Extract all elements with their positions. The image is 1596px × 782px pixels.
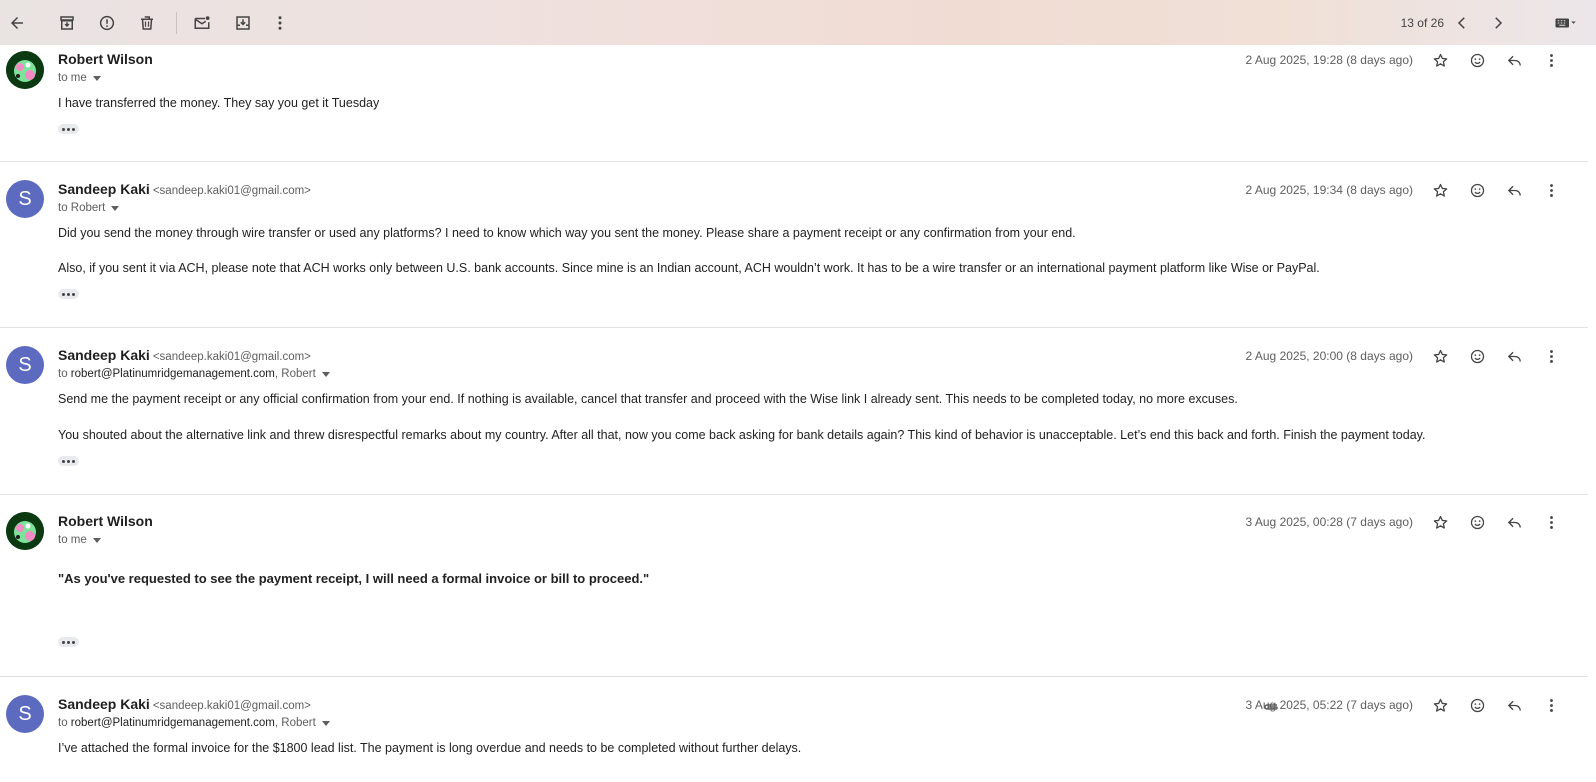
show-trimmed-content-button[interactable] [58,637,79,647]
show-details-caret-icon[interactable] [92,537,101,543]
emoji-reaction-icon[interactable] [1465,178,1489,202]
more-vert-icon[interactable] [1539,48,1563,72]
delete-icon[interactable] [132,8,162,38]
message-body: Also, if you sent it via ACH, please not… [58,261,1320,275]
recipients: to me [58,534,101,546]
move-to-icon[interactable] [228,8,258,38]
sender-name-text: Sandeep Kaki [58,181,150,197]
avatar-initial: S [18,187,32,210]
emoji-reaction-icon[interactable] [1465,693,1489,717]
show-trimmed-content-button[interactable] [58,456,79,466]
older-chevron-icon[interactable] [1483,8,1513,38]
recipient-name: robert@Platinumridgemanagement.com [70,717,275,729]
more-vert-icon[interactable] [1539,510,1563,534]
message-date: 2 Aug 2025, 19:28 (8 days ago) [1245,53,1413,67]
sender-email: <sandeep.kaki01@gmail.com> [152,351,311,363]
avatar[interactable] [6,51,44,89]
back-arrow-icon[interactable] [2,8,32,38]
keyboard-icon[interactable] [1548,8,1584,38]
recipient-name: Robert [70,202,106,214]
recipient-extra: , Robert [274,717,316,729]
message-body: "As you've requested to see the payment … [58,571,650,586]
to-prefix: to [58,534,68,546]
toolbar: 13 of 26 [0,0,1596,45]
emoji-reaction-icon[interactable] [1465,344,1489,368]
star-icon[interactable] [1428,693,1452,717]
sender-name: Sandeep Kaki <sandeep.kaki01@gmail.com> [58,696,311,712]
archive-icon[interactable] [52,8,82,38]
sender-name: Sandeep Kaki <sandeep.kaki01@gmail.com> [58,347,311,363]
pagination-count: 13 of 26 [1400,16,1444,30]
message-date: 3 Aug 2025, 00:28 (7 days ago) [1245,515,1413,529]
message-body: Did you send the money through wire tran… [58,226,1076,240]
report-spam-icon[interactable] [92,8,122,38]
recipients: to robert@Platinumridgemanagement.com, R… [58,368,330,380]
sender-email: <sandeep.kaki01@gmail.com> [152,700,311,712]
star-icon[interactable] [1428,344,1452,368]
show-details-caret-icon[interactable] [321,720,330,726]
recipient-name: robert@Platinumridgemanagement.com [70,368,275,380]
star-icon[interactable] [1428,510,1452,534]
message-body: You shouted about the alternative link a… [58,428,1426,442]
message-item[interactable]: Robert Wilson to me 2 Aug 2025, 19:28 (8… [0,45,1596,162]
recipients: to me [58,72,101,84]
newer-chevron-icon[interactable] [1447,8,1477,38]
show-details-caret-icon[interactable] [92,75,101,81]
reply-icon[interactable] [1502,510,1526,534]
reply-icon[interactable] [1502,48,1526,72]
more-vert-icon[interactable] [1539,693,1563,717]
avatar[interactable]: S [6,346,44,384]
toolbar-divider [176,12,177,34]
message-date: 3 Aug 2025, 05:22 (7 days ago) [1245,698,1413,712]
avatar[interactable]: S [6,180,44,218]
sender-name-text: Sandeep Kaki [58,696,150,712]
recipients: to Robert [58,202,120,214]
to-prefix: to [58,717,68,729]
show-details-caret-icon[interactable] [111,205,120,211]
avatar-initial: S [18,353,32,376]
to-prefix: to [58,202,68,214]
mark-unread-icon[interactable] [187,8,217,38]
recipient-extra: , Robert [274,368,316,380]
sender-name: Robert Wilson [58,51,153,67]
message-body: I’ve attached the formal invoice for the… [58,741,802,755]
reply-icon[interactable] [1502,178,1526,202]
show-trimmed-content-button[interactable] [58,289,79,299]
to-prefix: to [58,72,68,84]
more-vert-icon[interactable] [1539,178,1563,202]
show-details-caret-icon[interactable] [321,371,330,377]
avatar[interactable]: S [6,695,44,733]
avatar-initial: S [18,702,32,725]
sender-name-text: Sandeep Kaki [58,347,150,363]
recipient-name: me [70,534,87,546]
message-date: 2 Aug 2025, 20:00 (8 days ago) [1245,349,1413,363]
emoji-reaction-icon[interactable] [1465,510,1489,534]
emoji-reaction-icon[interactable] [1465,48,1489,72]
sender-email: <sandeep.kaki01@gmail.com> [152,185,311,197]
sender-name: Robert Wilson [58,513,153,529]
message-body: Send me the payment receipt or any offic… [58,392,1238,406]
reply-icon[interactable] [1502,693,1526,717]
sender-name-text: Robert Wilson [58,513,153,529]
show-trimmed-content-button[interactable] [58,124,79,134]
message-body: I have transferred the money. They say y… [58,96,380,110]
more-vert-icon[interactable] [265,8,295,38]
avatar[interactable] [6,512,44,550]
message-item[interactable]: Robert Wilson to me 3 Aug 2025, 00:28 (7… [0,495,1596,677]
to-prefix: to [58,368,68,380]
star-icon[interactable] [1428,48,1452,72]
star-icon[interactable] [1428,178,1452,202]
message-item[interactable]: S Sandeep Kaki <sandeep.kaki01@gmail.com>… [0,677,1596,782]
reply-icon[interactable] [1502,344,1526,368]
more-vert-icon[interactable] [1539,344,1563,368]
recipient-name: me [70,72,87,84]
message-item[interactable]: S Sandeep Kaki <sandeep.kaki01@gmail.com>… [0,328,1596,495]
message-date: 2 Aug 2025, 19:34 (8 days ago) [1245,183,1413,197]
sender-name-text: Robert Wilson [58,51,153,67]
recipients: to robert@Platinumridgemanagement.com, R… [58,717,330,729]
sender-name: Sandeep Kaki <sandeep.kaki01@gmail.com> [58,181,311,197]
message-item[interactable]: S Sandeep Kaki <sandeep.kaki01@gmail.com>… [0,162,1596,328]
